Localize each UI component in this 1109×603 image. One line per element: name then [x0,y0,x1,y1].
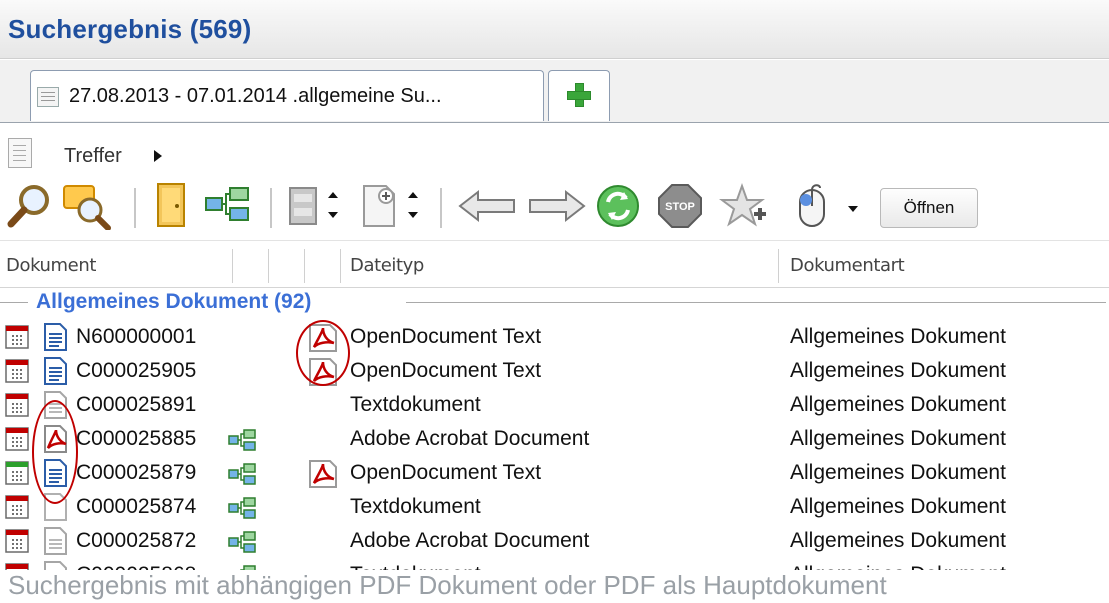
odt-document-icon [44,357,67,385]
toolbar-separator [134,188,137,228]
arrow-right-icon[interactable] [526,182,588,230]
hierarchy-icon[interactable] [204,182,252,230]
dependency-icon[interactable] [228,497,256,519]
document-kind: Allgemeines Dokument [790,359,1006,382]
table-row[interactable]: C000025872 Adobe Acrobat Document Allgemei… [0,524,1109,558]
column-separator[interactable] [340,249,341,283]
document-list-icon [37,87,59,107]
toolbar-separator [270,188,273,228]
status-icon [5,529,29,553]
tab-strip: 27.08.2013 - 07.01.2014 .allgemeine Su..… [0,60,1109,123]
table-row[interactable]: C000025879 OpenDocument Text Allgemeines D… [0,456,1109,490]
file-type: Textdokument [350,393,481,416]
cabinet-icon[interactable] [288,182,344,230]
refresh-icon[interactable] [594,182,642,230]
table-row[interactable]: C000025905 OpenDocument Text Allgemeines D… [0,354,1109,388]
folder-icon[interactable] [150,182,190,230]
page-title: Suchergebnis (569) [8,14,252,44]
document-kind: Allgemeines Dokument [790,461,1006,484]
column-dateityp[interactable]: Dateityp [350,255,424,276]
new-document-icon[interactable] [360,182,424,230]
status-icon [5,325,29,349]
toolbar-separator [440,188,443,228]
status-icon [5,393,29,417]
document-icon [8,138,32,168]
column-separator[interactable] [304,249,305,283]
arrow-left-icon[interactable] [456,182,518,230]
document-kind: Allgemeines Dokument [790,495,1006,518]
table-row[interactable]: N600000001 OpenDocument Text Allgemeines D… [0,320,1109,354]
highlight-circle [296,320,350,386]
treffer-menu[interactable]: Treffer [0,130,1109,174]
group-label: Allgemeines Dokument (92) [36,290,312,313]
file-type: OpenDocument Text [350,325,542,348]
file-type: Textdokument [350,495,481,518]
open-button[interactable]: Öffnen [880,188,978,228]
document-number: C000025872 [76,529,197,552]
file-type: Adobe Acrobat Document [350,427,590,450]
pdf-icon [309,460,337,488]
caption: Suchergebnis mit abhängigen PDF Dokument… [0,570,1109,603]
text-document-icon [44,527,67,555]
dependency-icon[interactable] [228,463,256,485]
column-separator[interactable] [232,249,233,283]
table-row[interactable]: C000025891 Textdokument Allgemeines Dokume… [0,388,1109,422]
document-number: C000025891 [76,393,197,416]
table-row[interactable]: C000025885 Adobe Acrobat Document Allgemei… [0,422,1109,456]
tab-search-result[interactable]: 27.08.2013 - 07.01.2014 .allgemeine Su..… [30,70,544,121]
status-icon [5,359,29,383]
column-separator[interactable] [268,249,269,283]
column-header: Dokument Dateityp Dokumentart [0,240,1109,288]
tab-label: 27.08.2013 - 07.01.2014 .allgemeine Su..… [69,85,442,107]
status-icon [5,495,29,519]
highlight-circle [32,400,78,504]
document-number: C000025874 [76,495,197,518]
mouse-icon[interactable] [790,182,860,232]
search-icon[interactable] [6,182,54,230]
stop-icon[interactable]: STOP [656,182,704,230]
search-extended-icon[interactable] [60,182,112,230]
document-number: C000025905 [76,359,197,382]
status-icon [5,461,29,485]
treffer-label: Treffer [64,145,122,167]
column-dokumentart[interactable]: Dokumentart [790,255,905,276]
document-number: C000025885 [76,427,197,450]
svg-text:STOP: STOP [665,201,695,213]
file-type: OpenDocument Text [350,461,542,484]
column-dokument[interactable]: Dokument [6,255,96,276]
document-kind: Allgemeines Dokument [790,393,1006,416]
plus-icon [566,82,592,108]
group-header[interactable]: Allgemeines Dokument (92) [0,288,1109,318]
toolbar: STOP Öffnen [0,176,1109,238]
title-bar: Suchergebnis (569) [0,0,1109,59]
status-icon [5,427,29,451]
odt-document-icon [44,323,67,351]
dependency-icon[interactable] [228,429,256,451]
submenu-arrow-icon [154,150,162,162]
document-kind: Allgemeines Dokument [790,325,1006,348]
group-line [406,302,1106,303]
document-kind: Allgemeines Dokument [790,427,1006,450]
dependency-icon[interactable] [228,531,256,553]
document-number: N600000001 [76,325,197,348]
column-separator[interactable] [778,249,779,283]
group-line [0,302,28,303]
file-type: OpenDocument Text [350,359,542,382]
table-row[interactable]: C000025874 Textdokument Allgemeines Dokume… [0,490,1109,524]
document-number: C000025879 [76,461,197,484]
favorite-add-icon[interactable] [718,182,770,232]
add-tab-button[interactable] [548,70,610,121]
file-type: Adobe Acrobat Document [350,529,590,552]
document-kind: Allgemeines Dokument [790,529,1006,552]
